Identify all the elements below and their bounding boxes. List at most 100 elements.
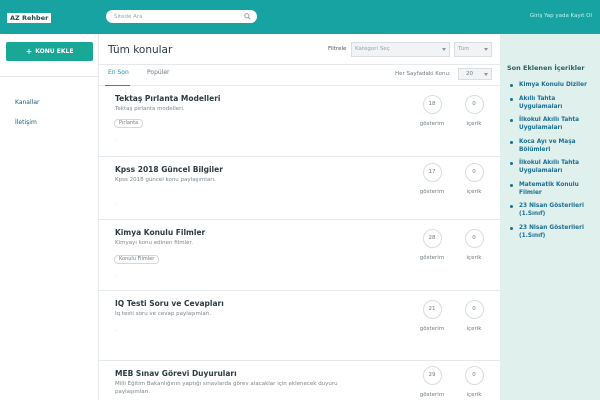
side-nav-contact[interactable]: İletişim [0,113,98,133]
per-page-label: Her Sayfadaki Konu: [395,71,451,77]
posts-label: içerik [466,121,482,127]
top-header: AZ Rehber Giriş Yap yada Kayıt Ol [0,0,600,34]
topic-title[interactable]: Tektaş Pırlanta Modelleri [115,94,220,103]
tabs-row: En Son Popüler Her Sayfadaki Konu: 20 [99,65,500,86]
bullet-icon [510,140,513,144]
add-topic-button[interactable]: + KONU EKLE [6,42,93,61]
recent-item-label: 23 Nisan Gösterileri (1.Sınıf) [519,224,584,239]
topic-tag[interactable]: Pırlanta [114,119,144,128]
site-logo[interactable]: AZ Rehber [7,13,52,23]
main-content: Tüm konular Filtrele Kategori Seç Tüm En… [99,34,500,400]
topic-description: Kimyayı konu edinen filmler. [115,240,193,246]
views-stat: 28 gösterim [417,229,447,261]
scope-select[interactable]: Tüm [454,42,492,57]
bullet-icon [510,119,513,122]
topic-meta-dot: · [115,201,117,207]
posts-stat: 0 içerik [459,163,489,195]
add-topic-label: KONU EKLE [35,48,74,55]
side-nav: Kanallar İletişim [0,77,98,133]
topic-title[interactable]: MEB Sınav Görevi Duyuruları [115,369,237,378]
views-count: 21 [422,300,442,319]
posts-stat: 0 içerik [459,366,489,398]
per-page-value: 20 [466,71,473,77]
right-sidebar: Son Eklenen İçerikler Kimya Konulu Dizil… [500,34,600,400]
posts-label: içerik [466,189,482,195]
topic-row[interactable]: MEB Sınav Görevi Duyuruları Milli Eğitim… [99,361,500,400]
bullet-icon [510,162,513,165]
posts-label: içerik [466,255,482,261]
posts-count: 0 [464,95,484,114]
recent-item-label: 23 Nisan Gösterileri (1.Sınıf) [519,203,584,217]
chevron-down-icon [484,73,488,76]
posts-count: 0 [464,300,484,319]
recent-content-list: Kimya Konulu Diziler Akıllı Tahta Uygula… [510,81,598,245]
recent-item-label: İlkokul Akıllı Tahta Uygulamaları [519,117,580,131]
plus-icon: + [25,47,33,56]
search-icon[interactable] [244,13,251,20]
left-sidebar-top: + KONU EKLE [0,34,98,77]
topic-tag[interactable]: Konulu Filmler [114,255,160,264]
recent-item-label: Matematik Konulu Filmler [519,181,579,196]
recent-item[interactable]: Akıllı Tahta Uygulamaları [510,95,598,111]
search-box[interactable] [106,10,257,23]
views-stat: 18 gösterim [417,95,447,127]
category-select-value: Kategori Seç [355,46,390,52]
topic-title[interactable]: IQ Testi Soru ve Cevapları [115,299,224,308]
recent-item[interactable]: Koca Ayı ve Maşa Bölümleri [510,138,598,154]
views-count: 17 [422,163,442,182]
search-input[interactable] [114,10,239,23]
chevron-down-icon [484,48,488,51]
recent-item-label: Akıllı Tahta Uygulamaları [519,95,563,110]
topic-description: Kpss 2018 güncel konu paylaşımları. [115,177,216,183]
topic-row[interactable]: IQ Testi Soru ve Cevapları Iq testi soru… [99,291,500,361]
views-stat: 29 gösterim [417,366,447,398]
topic-row[interactable]: Kimya Konulu Filmler Kimyayı konu edinen… [99,220,500,291]
bullet-icon [510,84,513,87]
per-page-select[interactable]: 20 [458,68,492,80]
left-sidebar: + KONU EKLE Kanallar İletişim [0,34,99,400]
recent-item[interactable]: 23 Nisan Gösterileri (1.Sınıf) [510,202,598,218]
posts-count: 0 [464,229,484,248]
recent-item-label: Koca Ayı ve Maşa Bölümleri [519,138,576,153]
recent-content-title: Son Eklenen İçerikler [507,64,585,72]
views-label: gösterim [419,392,445,398]
posts-count: 0 [464,163,484,182]
topic-row[interactable]: Tektaş Pırlanta Modelleri Tektaş pırlant… [99,86,500,157]
posts-stat: 0 içerik [459,300,489,332]
filter-label: Filtrele [328,46,347,52]
topic-description: Iq testi soru ve cevap paylaşımları. [115,311,212,317]
posts-label: içerik [466,326,482,332]
topic-row[interactable]: Kpss 2018 Güncel Bilgiler Kpss 2018 günc… [99,157,500,220]
posts-stat: 0 içerik [459,95,489,127]
topic-title[interactable]: Kpss 2018 Güncel Bilgiler [115,165,223,174]
topic-description: Milli Eğitim Bakanlığının yaptığı sınavl… [115,381,338,395]
tab-latest[interactable]: En Son [108,69,129,76]
topic-description: Tektaş pırlanta modelleri. [115,106,185,112]
bullet-icon [510,183,513,187]
recent-item[interactable]: İlkokul Akıllı Tahta Uygulamaları [510,116,598,132]
recent-item[interactable]: Matematik Konulu Filmler [510,181,598,197]
bullet-icon [510,226,513,230]
recent-item[interactable]: Kimya Konulu Diziler [510,81,598,89]
recent-item[interactable]: İlkokul Akıllı Tahta Uygulamaları [510,159,598,175]
topic-meta-dot: · [115,273,117,279]
tab-popular[interactable]: Popüler [147,69,170,76]
category-select[interactable]: Kategori Seç [351,42,450,57]
title-row: Tüm konular Filtrele Kategori Seç Tüm [99,34,500,65]
views-count: 29 [422,366,442,385]
recent-item[interactable]: 23 Nisan Gösterileri (1.Sınıf) [510,224,598,240]
bullet-icon [510,205,513,208]
views-label: gösterim [419,326,445,332]
views-label: gösterim [419,189,445,195]
views-stat: 17 gösterim [417,163,447,195]
login-register-link[interactable]: Giriş Yap yada Kayıt Ol [530,13,592,19]
views-count: 28 [422,229,442,248]
chevron-down-icon [442,48,446,51]
scope-select-value: Tüm [458,46,470,52]
topic-meta-dot: · [115,328,117,334]
posts-stat: 0 içerik [459,229,489,261]
topic-meta-dot: · [115,138,117,144]
posts-count: 0 [464,366,484,385]
side-nav-channels[interactable]: Kanallar [0,93,98,113]
topic-title[interactable]: Kimya Konulu Filmler [115,228,205,237]
